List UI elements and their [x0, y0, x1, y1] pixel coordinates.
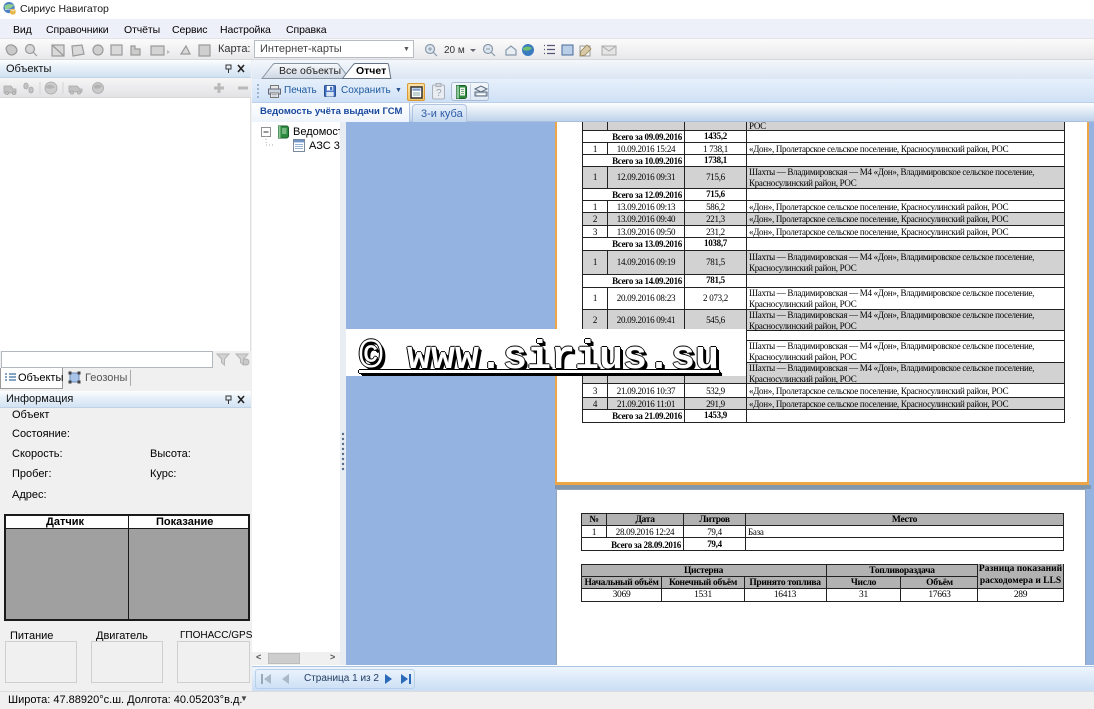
svg-text:?: ?	[436, 88, 442, 99]
svg-text:20 м: 20 м	[444, 45, 465, 56]
